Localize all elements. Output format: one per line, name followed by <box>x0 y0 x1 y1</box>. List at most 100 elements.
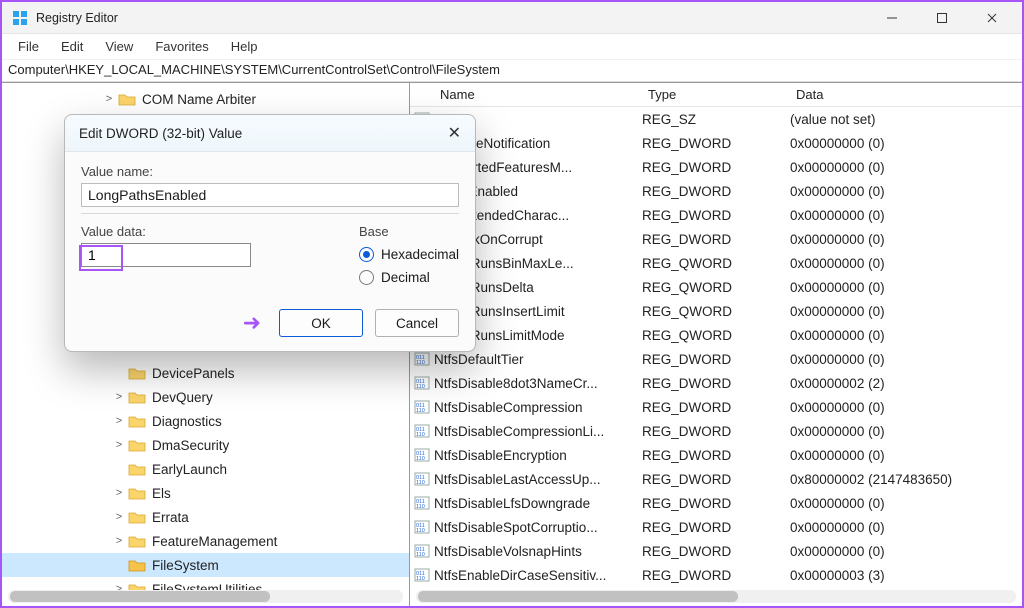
folder-icon <box>128 414 146 428</box>
cell-type: REG_QWORD <box>642 280 790 295</box>
cell-type: REG_DWORD <box>642 160 790 175</box>
titlebar: Registry Editor <box>2 2 1022 34</box>
cell-data: 0x00000000 (0) <box>790 160 1022 175</box>
cell-type: REG_DWORD <box>642 424 790 439</box>
list-row[interactable]: 011110PathsEnabledREG_DWORD0x00000000 (0… <box>410 179 1022 203</box>
cell-type: REG_DWORD <box>642 208 790 223</box>
cell-type: REG_DWORD <box>642 400 790 415</box>
cell-data: 0x00000003 (3) <box>790 568 1022 583</box>
value-type-icon: 011110 <box>410 351 434 367</box>
list-row[interactable]: 011110NtfsDisableSpotCorruptio...REG_DWO… <box>410 515 1022 539</box>
svg-text:110: 110 <box>416 552 425 558</box>
value-name-label: Value name: <box>81 164 459 179</box>
address-bar[interactable]: Computer\HKEY_LOCAL_MACHINE\SYSTEM\Curre… <box>2 60 1022 82</box>
radio-hexadecimal[interactable]: Hexadecimal <box>359 247 459 262</box>
value-type-icon: 011110 <box>410 471 434 487</box>
list-pane: Name Type Data ablt)REG_SZ(value not set… <box>410 83 1022 606</box>
menu-help[interactable]: Help <box>221 36 268 57</box>
ok-button[interactable]: OK <box>279 309 363 337</box>
list-row[interactable]: 011110igcheckOnCorruptREG_DWORD0x0000000… <box>410 227 1022 251</box>
svg-text:110: 110 <box>416 408 425 414</box>
folder-icon <box>128 462 146 476</box>
cell-data: 0x00000000 (0) <box>790 448 1022 463</box>
tree-item[interactable]: >DmaSecurity <box>2 433 409 457</box>
value-type-icon: 011110 <box>410 495 434 511</box>
tree-item[interactable]: >Errata <box>2 505 409 529</box>
list-row[interactable]: 011110achedRunsDeltaREG_QWORD0x00000000 … <box>410 275 1022 299</box>
tree-item[interactable]: >Diagnostics <box>2 409 409 433</box>
list-row[interactable]: 011110NtfsDisable8dot3NameCr...REG_DWORD… <box>410 371 1022 395</box>
list-row[interactable]: 011110NtfsEnableDirCaseSensitiv...REG_DW… <box>410 563 1022 587</box>
cell-name: NtfsEnableDirCaseSensitiv... <box>434 568 642 583</box>
list-row[interactable]: 011110NtfsDisableLastAccessUp...REG_DWOR… <box>410 467 1022 491</box>
list-row[interactable]: ablt)REG_SZ(value not set) <box>410 107 1022 131</box>
folder-icon <box>128 534 146 548</box>
value-type-icon: 011110 <box>410 447 434 463</box>
menu-favorites[interactable]: Favorites <box>145 36 218 57</box>
tree-horizontal-scrollbar[interactable] <box>8 590 403 603</box>
folder-icon <box>128 366 146 380</box>
list-row[interactable]: 011110NtfsDisableCompressionREG_DWORD0x0… <box>410 395 1022 419</box>
cell-name: NtfsDisable8dot3NameCr... <box>434 376 642 391</box>
svg-text:110: 110 <box>416 480 425 486</box>
tree-item[interactable]: DevicePanels <box>2 361 409 385</box>
col-header-type[interactable]: Type <box>642 87 790 102</box>
list-row[interactable]: 011110achedRunsBinMaxLe...REG_QWORD0x000… <box>410 251 1022 275</box>
maximize-button[interactable] <box>922 4 962 32</box>
cell-data: 0x00000000 (0) <box>790 136 1022 151</box>
list-row[interactable]: 011110llowExtendedCharac...REG_DWORD0x00… <box>410 203 1022 227</box>
tree-item[interactable]: >FeatureManagement <box>2 529 409 553</box>
cell-name: NtfsDisableLastAccessUp... <box>434 472 642 487</box>
base-group-label: Base <box>359 224 459 239</box>
menubar: File Edit View Favorites Help <box>2 34 1022 60</box>
edit-value-dialog: Edit DWORD (32-bit) Value ✕ Value name: … <box>64 114 476 352</box>
menu-view[interactable]: View <box>95 36 143 57</box>
cell-type: REG_DWORD <box>642 136 790 151</box>
folder-icon <box>128 558 146 572</box>
app-title: Registry Editor <box>36 11 872 25</box>
list-row[interactable]: 011110NtfsDisableCompressionLi...REG_DWO… <box>410 419 1022 443</box>
cell-data: 0x00000000 (0) <box>790 304 1022 319</box>
list-row[interactable]: 011110leDeleteNotificationREG_DWORD0x000… <box>410 131 1022 155</box>
close-button[interactable] <box>972 4 1012 32</box>
tree-item[interactable]: >COM Name Arbiter <box>2 87 409 111</box>
cell-data: (value not set) <box>790 112 1022 127</box>
cell-data: 0x00000000 (0) <box>790 520 1022 535</box>
col-header-data[interactable]: Data <box>790 87 1022 102</box>
minimize-button[interactable] <box>872 4 912 32</box>
tree-item[interactable]: EarlyLaunch <box>2 457 409 481</box>
cell-data: 0x00000000 (0) <box>790 352 1022 367</box>
cell-data: 0x00000000 (0) <box>790 280 1022 295</box>
svg-text:110: 110 <box>416 432 425 438</box>
cell-type: REG_QWORD <box>642 256 790 271</box>
tree-item[interactable]: >DevQuery <box>2 385 409 409</box>
cell-type: REG_DWORD <box>642 448 790 463</box>
col-header-name[interactable]: Name <box>434 87 642 102</box>
menu-edit[interactable]: Edit <box>51 36 93 57</box>
list-row[interactable]: 011110NtfsDisableVolsnapHintsREG_DWORD0x… <box>410 539 1022 563</box>
folder-icon <box>128 438 146 452</box>
tree-item[interactable]: >Els <box>2 481 409 505</box>
cancel-button[interactable]: Cancel <box>375 309 459 337</box>
cell-data: 0x00000000 (0) <box>790 328 1022 343</box>
cell-type: REG_QWORD <box>642 328 790 343</box>
list-row[interactable]: 011110NtfsDisableEncryptionREG_DWORD0x00… <box>410 443 1022 467</box>
list-row[interactable]: 011110SupportedFeaturesM...REG_DWORD0x00… <box>410 155 1022 179</box>
list-row[interactable]: 011110achedRunsLimitModeREG_QWORD0x00000… <box>410 323 1022 347</box>
value-data-input[interactable] <box>81 243 251 267</box>
cell-data: 0x80000002 (2147483650) <box>790 472 1022 487</box>
list-row[interactable]: 011110NtfsDisableLfsDowngradeREG_DWORD0x… <box>410 491 1022 515</box>
tree-item-selected[interactable]: FileSystem <box>2 553 409 577</box>
cell-data: 0x00000000 (0) <box>790 424 1022 439</box>
cell-data: 0x00000000 (0) <box>790 232 1022 247</box>
radio-decimal[interactable]: Decimal <box>359 270 459 285</box>
dialog-close-icon[interactable]: ✕ <box>448 123 461 143</box>
list-row[interactable]: 011110NtfsDefaultTierREG_DWORD0x00000000… <box>410 347 1022 371</box>
cell-data: 0x00000000 (0) <box>790 496 1022 511</box>
list-row[interactable]: 011110achedRunsInsertLimitREG_QWORD0x000… <box>410 299 1022 323</box>
list-horizontal-scrollbar[interactable] <box>416 590 1016 603</box>
menu-file[interactable]: File <box>8 36 49 57</box>
value-type-icon: 011110 <box>410 423 434 439</box>
cell-type: REG_DWORD <box>642 232 790 247</box>
cell-name: NtfsDisableLfsDowngrade <box>434 496 642 511</box>
